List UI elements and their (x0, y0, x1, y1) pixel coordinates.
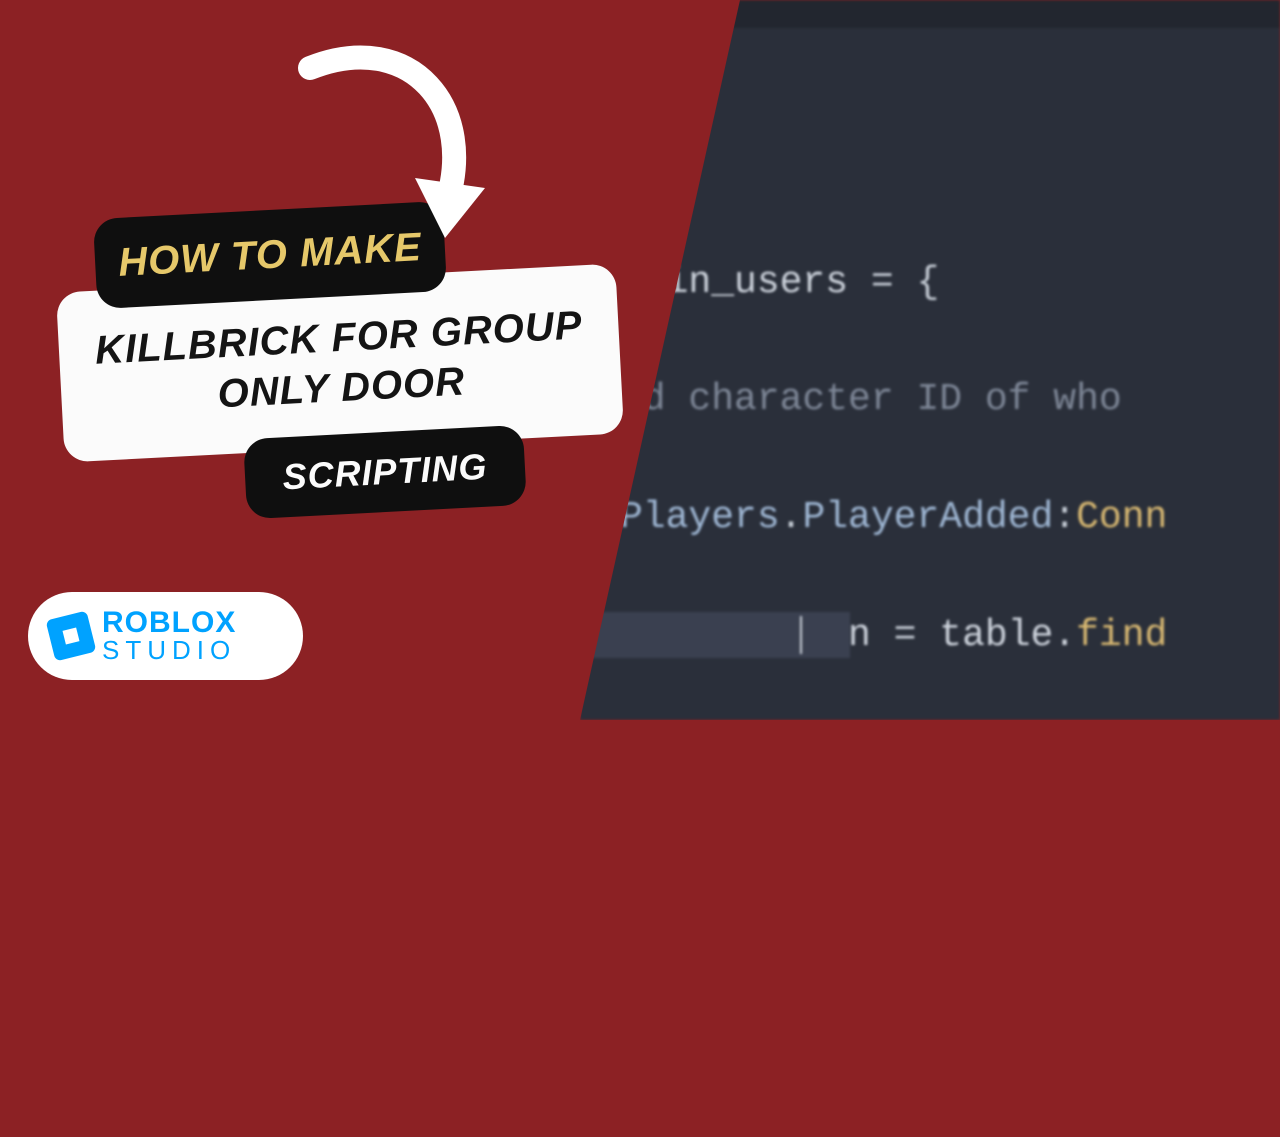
roblox-studio-badge: ROBLOX STUDIO (28, 592, 303, 680)
arrow-icon (270, 38, 530, 278)
code-caret (800, 616, 802, 654)
label-scripting: SCRIPTING (243, 425, 527, 520)
brand-line: ROBLOX (102, 609, 236, 638)
roblox-logo-icon (46, 611, 97, 662)
studio-line: STUDIO (102, 638, 236, 663)
roblox-studio-text: ROBLOX STUDIO (102, 609, 236, 662)
code-line-highlight (580, 612, 850, 658)
code-comment: dd character ID of who (620, 378, 1122, 421)
label-text: SCRIPTING (282, 446, 489, 499)
